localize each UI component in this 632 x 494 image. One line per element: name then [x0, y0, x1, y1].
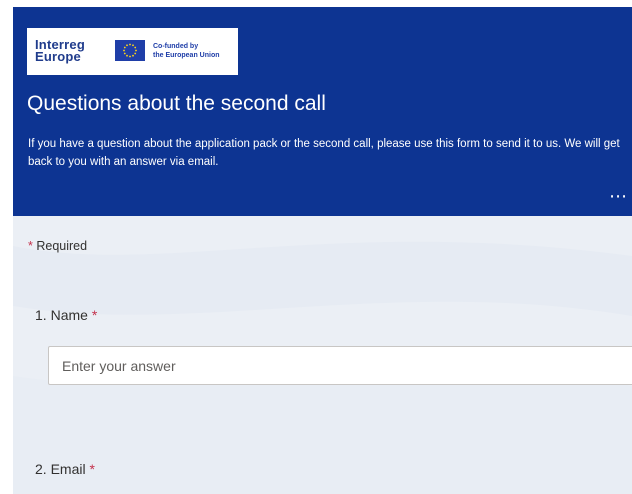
cofund-line-1: Co-funded by [153, 43, 199, 50]
eu-flag-icon [115, 40, 145, 61]
form-description: If you have a question about the applica… [28, 138, 620, 168]
required-note: * Required [28, 239, 87, 253]
required-star: * [28, 239, 33, 253]
logo: Interreg Europe Co-funded by the Europea… [27, 28, 238, 75]
ellipsis-icon[interactable]: ⋯ [609, 187, 628, 205]
required-text: Required [36, 239, 88, 253]
question-1-number: 1. [35, 307, 47, 323]
form-title: Questions about the second call [27, 92, 326, 115]
question-1-required-star: * [91, 307, 98, 323]
name-input[interactable] [49, 347, 632, 384]
name-answer-box[interactable] [48, 346, 632, 385]
question-2-required-star: * [89, 461, 95, 477]
question-1-text: Name [50, 307, 88, 323]
form-header: Interreg Europe Co-funded by the Europea… [13, 7, 632, 216]
question-2-label: 2. Email * [35, 461, 95, 477]
logo-word-europe: Europe [35, 49, 81, 64]
question-2-text: Email [50, 461, 86, 477]
question-2-number: 2. [35, 461, 47, 477]
question-1-label: 1. Name * [35, 307, 97, 323]
form-container: Interreg Europe Co-funded by the Europea… [13, 7, 632, 494]
cofund-line-2: the European Union [153, 52, 220, 59]
